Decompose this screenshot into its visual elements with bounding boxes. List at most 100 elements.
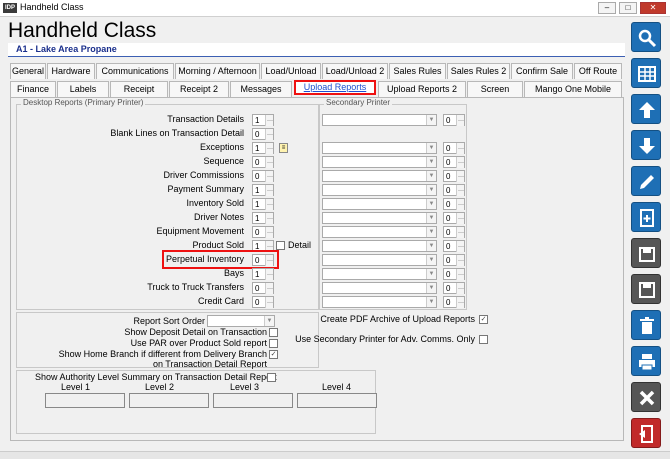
authority-label: Show Authority Level Summary on Transact… xyxy=(35,372,277,382)
tab-finance[interactable]: Finance xyxy=(10,81,56,97)
copy-button[interactable] xyxy=(631,238,661,268)
level-2-label: Level 2 xyxy=(145,382,175,392)
payment-summary-spinner[interactable]: 1 xyxy=(252,184,274,196)
tab-messages[interactable]: Messages xyxy=(230,81,292,97)
tab-screen[interactable]: Screen xyxy=(467,81,523,97)
row-label: Driver Notes xyxy=(193,212,244,222)
tab-labels[interactable]: Labels xyxy=(57,81,109,97)
tab-confirm-sale[interactable]: Confirm Sale xyxy=(511,63,573,79)
secondary-printer-select[interactable]: ▼ xyxy=(322,114,437,126)
company-name: A1 - Lake Area Propane xyxy=(16,44,117,54)
row-label: Credit Card xyxy=(197,296,244,306)
row-label: Blank Lines on Transaction Detail xyxy=(110,128,244,138)
secondary-printer-select[interactable]: ▼ xyxy=(322,240,437,252)
secondary-copies-spinner[interactable]: 0 xyxy=(443,268,465,280)
create-pdf-checkbox[interactable]: ✓ xyxy=(479,315,488,324)
tab-receipt[interactable]: Receipt xyxy=(110,81,168,97)
tab-sales-rules-2[interactable]: Sales Rules 2 xyxy=(447,63,510,79)
level-3-field[interactable] xyxy=(213,393,293,408)
exceptions-spinner[interactable]: 1 xyxy=(252,142,274,154)
show-deposit-detail-checkbox[interactable] xyxy=(269,328,278,337)
truck-to-truck-spinner[interactable]: 0 xyxy=(252,282,274,294)
level-4-label: Level 4 xyxy=(322,382,352,392)
maximize-button[interactable]: □ xyxy=(619,2,637,14)
app-icon: IDP xyxy=(3,3,17,13)
transaction-details-spinner[interactable]: 1 xyxy=(252,114,274,126)
row-label: Bays xyxy=(223,268,244,278)
copy-icon xyxy=(639,247,655,262)
secondary-printer-select[interactable]: ▼ xyxy=(322,282,437,294)
secondary-printer-select[interactable]: ▼ xyxy=(322,226,437,238)
tab-upload-reports[interactable]: Upload Reports xyxy=(294,80,376,95)
bays-spinner[interactable]: 1 xyxy=(252,268,274,280)
secondary-printer-select[interactable]: ▼ xyxy=(322,142,437,154)
level-4-field[interactable] xyxy=(297,393,377,408)
cancel-button[interactable] xyxy=(631,382,661,412)
use-par-checkbox[interactable] xyxy=(269,339,278,348)
secondary-printer-select[interactable]: ▼ xyxy=(322,268,437,280)
exceptions-settings-icon[interactable]: ≡ xyxy=(279,143,288,153)
tab-upload-reports-2[interactable]: Upload Reports 2 xyxy=(378,81,466,97)
tab-off-route[interactable]: Off Route xyxy=(574,63,622,79)
close-window-button[interactable]: ✕ xyxy=(640,2,666,14)
secondary-copies-spinner[interactable]: 0 xyxy=(443,184,465,196)
level-1-field[interactable] xyxy=(45,393,125,408)
blank-lines-spinner[interactable]: 0 xyxy=(252,128,274,140)
driver-notes-spinner[interactable]: 1 xyxy=(252,212,274,224)
secondary-printer-select[interactable]: ▼ xyxy=(322,296,437,308)
use-secondary-printer-checkbox[interactable] xyxy=(479,335,488,344)
save-button[interactable] xyxy=(631,274,661,304)
tab-sales-rules[interactable]: Sales Rules xyxy=(389,63,446,79)
company-bar: A1 - Lake Area Propane xyxy=(8,43,625,57)
row-label: Sequence xyxy=(203,156,244,166)
equipment-movement-spinner[interactable]: 0 xyxy=(252,226,274,238)
tab-general[interactable]: General xyxy=(10,63,46,79)
inventory-sold-spinner[interactable]: 1 xyxy=(252,198,274,210)
edit-button[interactable] xyxy=(631,166,661,196)
secondary-copies-spinner[interactable]: 0 xyxy=(443,198,465,210)
tab-receipt-2[interactable]: Receipt 2 xyxy=(169,81,229,97)
secondary-copies-spinner[interactable]: 0 xyxy=(443,282,465,294)
show-home-branch-label: Show Home Branch if different from Deliv… xyxy=(58,349,267,359)
minimize-button[interactable]: – xyxy=(598,2,616,14)
product-sold-detail-checkbox[interactable] xyxy=(276,241,285,250)
secondary-copies-spinner[interactable]: 0 xyxy=(443,142,465,154)
tab-communications[interactable]: Communications xyxy=(96,63,174,79)
secondary-copies-spinner[interactable]: 0 xyxy=(443,254,465,266)
exit-button[interactable] xyxy=(631,418,661,448)
show-home-branch-checkbox[interactable]: ✓ xyxy=(269,350,278,359)
secondary-copies-spinner[interactable]: 0 xyxy=(443,240,465,252)
secondary-copies-spinner[interactable]: 0 xyxy=(443,114,465,126)
tab-hardware[interactable]: Hardware xyxy=(47,63,95,79)
grid-button[interactable] xyxy=(631,58,661,88)
level-3-label: Level 3 xyxy=(230,382,260,392)
secondary-printer-select[interactable]: ▼ xyxy=(322,156,437,168)
credit-card-spinner[interactable]: 0 xyxy=(252,296,274,308)
delete-button[interactable] xyxy=(631,310,661,340)
secondary-printer-select[interactable]: ▼ xyxy=(322,184,437,196)
secondary-copies-spinner[interactable]: 0 xyxy=(443,212,465,224)
authority-checkbox[interactable] xyxy=(267,373,276,382)
tab-row-1: General Hardware Communications Morning … xyxy=(10,63,622,80)
secondary-copies-spinner[interactable]: 0 xyxy=(443,226,465,238)
sequence-spinner[interactable]: 0 xyxy=(252,156,274,168)
secondary-copies-spinner[interactable]: 0 xyxy=(443,156,465,168)
secondary-copies-spinner[interactable]: 0 xyxy=(443,296,465,308)
driver-commissions-spinner[interactable]: 0 xyxy=(252,170,274,182)
tab-mango-one-mobile[interactable]: Mango One Mobile xyxy=(524,81,622,97)
search-button[interactable] xyxy=(631,22,661,52)
secondary-printer-select[interactable]: ▼ xyxy=(322,170,437,182)
secondary-printer-select[interactable]: ▼ xyxy=(322,212,437,224)
level-2-field[interactable] xyxy=(129,393,209,408)
tab-load-unload[interactable]: Load/Unload xyxy=(261,63,321,79)
secondary-printer-select[interactable]: ▼ xyxy=(322,254,437,266)
move-up-button[interactable] xyxy=(631,94,661,124)
move-down-button[interactable] xyxy=(631,130,661,160)
tab-load-unload-2[interactable]: Load/Unload 2 xyxy=(322,63,388,79)
new-button[interactable] xyxy=(631,202,661,232)
report-sort-order-select[interactable]: ▼ xyxy=(207,315,275,327)
secondary-printer-select[interactable]: ▼ xyxy=(322,198,437,210)
tab-morning-afternoon[interactable]: Morning / Afternoon xyxy=(175,63,260,79)
print-button[interactable] xyxy=(631,346,661,376)
secondary-copies-spinner[interactable]: 0 xyxy=(443,170,465,182)
